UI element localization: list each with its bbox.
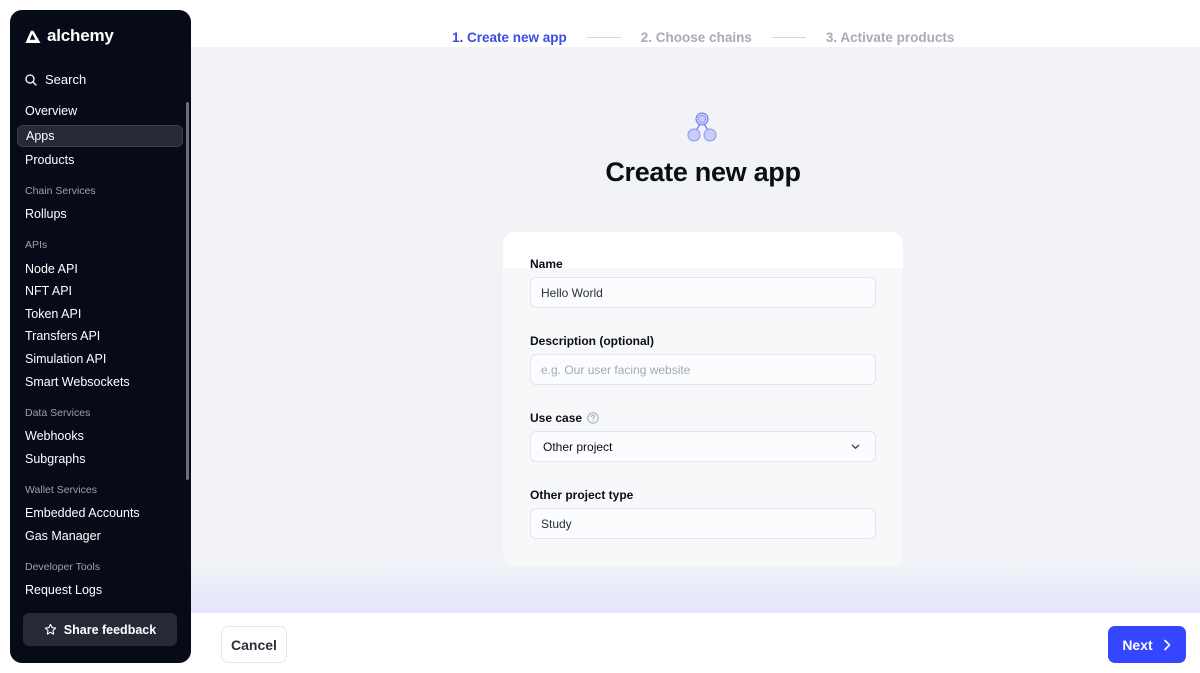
cancel-button[interactable]: Cancel (221, 626, 287, 663)
sidebar-item-webhooks[interactable]: Webhooks (17, 425, 183, 447)
description-input[interactable]: e.g. Our user facing website (530, 354, 876, 385)
step-divider (586, 37, 621, 38)
use-case-select[interactable]: Other project (530, 431, 876, 462)
sidebar: alchemy Search Overview Apps Products Ch… (10, 10, 191, 663)
step-choose-chains: 2. Choose chains (640, 30, 752, 45)
use-case-value: Other project (543, 439, 613, 454)
help-icon[interactable] (587, 412, 599, 424)
sidebar-item-embedded-accounts[interactable]: Embedded Accounts (17, 502, 183, 524)
sidebar-section-apis: APIs (25, 239, 48, 251)
sidebar-item-subgraphs[interactable]: Subgraphs (17, 448, 183, 470)
sidebar-section-chain-services: Chain Services (25, 185, 96, 197)
sidebar-item-token-api[interactable]: Token API (17, 303, 183, 325)
search-label: Search (45, 72, 87, 87)
other-project-type-input[interactable]: Study (530, 508, 876, 539)
use-case-label-text: Use case (530, 411, 583, 425)
sidebar-item-rollups[interactable]: Rollups (17, 203, 183, 225)
sidebar-item-smart-websockets[interactable]: Smart Websockets (17, 371, 183, 393)
sidebar-item-node-api[interactable]: Node API (17, 258, 183, 280)
chevron-right-icon (1163, 639, 1170, 650)
name-label-text: Name (530, 257, 563, 271)
description-placeholder: e.g. Our user facing website (541, 362, 691, 377)
sidebar-section-data-services: Data Services (25, 407, 91, 419)
sidebar-item-overview[interactable]: Overview (17, 100, 183, 122)
sidebar-scrollbar[interactable] (186, 102, 189, 480)
content-fade (191, 563, 1200, 613)
name-input-value: Hello World (541, 285, 603, 300)
use-case-label: Use case (530, 411, 599, 425)
description-label-text: Description (optional) (530, 334, 654, 348)
other-project-type-label-text: Other project type (530, 488, 634, 502)
sidebar-item-simulation-api[interactable]: Simulation API (17, 348, 183, 370)
name-label: Name (530, 257, 563, 271)
search-button[interactable]: Search (25, 72, 86, 87)
cancel-label: Cancel (231, 636, 277, 653)
next-label: Next (1122, 636, 1153, 653)
sidebar-section-developer-tools: Developer Tools (25, 561, 101, 573)
chevron-down-icon (851, 444, 860, 449)
search-icon (25, 73, 37, 86)
alchemy-logo-icon (25, 29, 41, 43)
other-project-type-label: Other project type (530, 488, 633, 502)
description-label: Description (optional) (530, 334, 654, 348)
sidebar-item-products[interactable]: Products (17, 149, 183, 171)
app-network-icon (687, 112, 717, 142)
next-button[interactable]: Next (1108, 626, 1186, 663)
sidebar-item-gas-manager[interactable]: Gas Manager (17, 525, 183, 547)
share-feedback-button[interactable]: Share feedback (23, 613, 177, 646)
step-create-new-app: 1. Create new app (452, 30, 567, 45)
progress-stepper: 1. Create new app 2. Choose chains 3. Ac… (452, 30, 954, 45)
alchemy-logo[interactable]: alchemy (25, 26, 114, 46)
footer-bar (191, 613, 1200, 663)
step-activate-products: 3. Activate products (825, 30, 955, 45)
sidebar-item-nft-api[interactable]: NFT API (17, 280, 183, 302)
sidebar-item-transfers-api[interactable]: Transfers API (17, 325, 183, 347)
share-feedback-label: Share feedback (63, 622, 157, 637)
sidebar-item-request-logs[interactable]: Request Logs (17, 579, 183, 601)
star-icon (44, 623, 56, 635)
name-input[interactable]: Hello World (530, 277, 876, 308)
brand-name: alchemy (47, 26, 114, 45)
page-title: Create new app (605, 157, 801, 187)
other-project-type-value: Study (541, 516, 572, 531)
step-divider (771, 37, 806, 38)
form-card-header (503, 232, 903, 268)
sidebar-section-wallet-services: Wallet Services (25, 484, 97, 496)
sidebar-item-apps[interactable]: Apps (17, 125, 183, 147)
